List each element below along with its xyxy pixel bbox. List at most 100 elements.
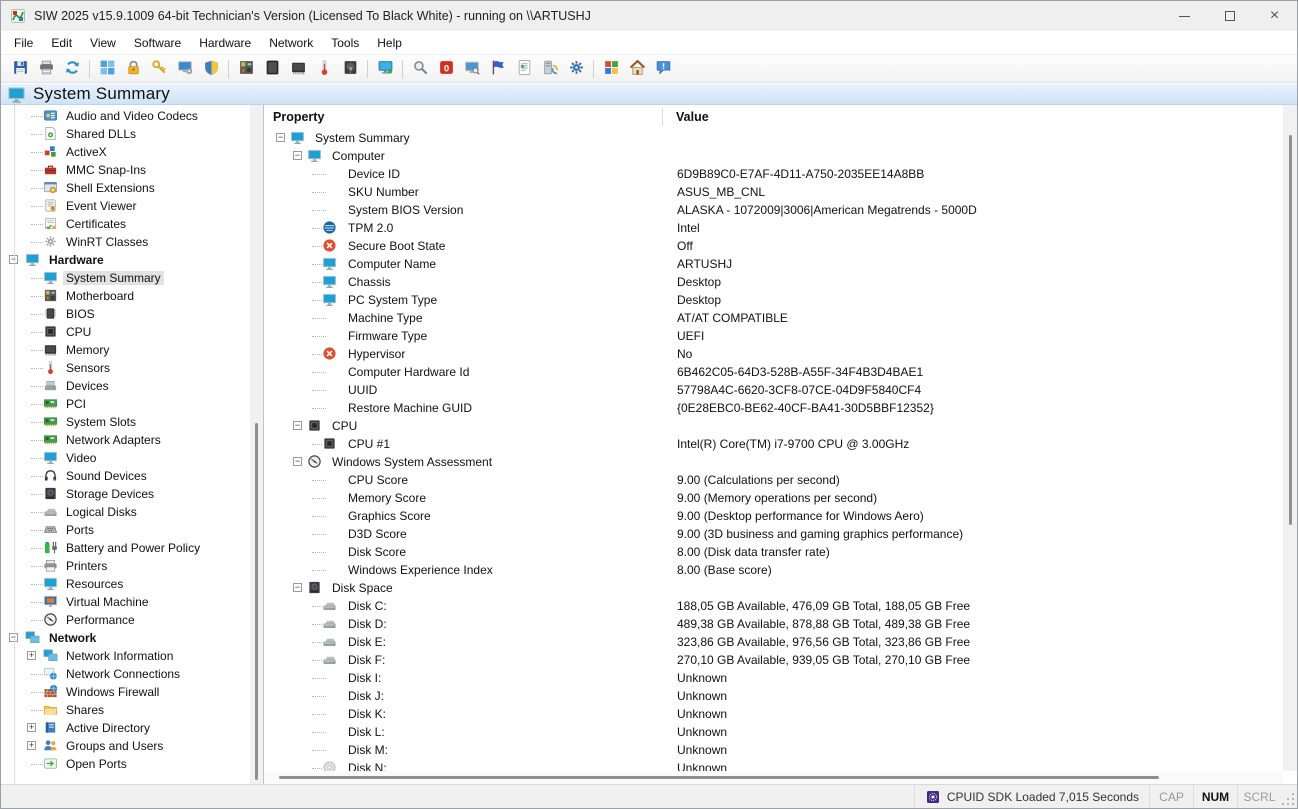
detail-row-chassis[interactable]: Chassis Desktop: [264, 273, 1283, 291]
detail-row-secure-boot-state[interactable]: Secure Boot State Off: [264, 237, 1283, 255]
sidebar-item-sound-devices[interactable]: Sound Devices: [1, 467, 250, 485]
detail-row-disk-i[interactable]: Disk I: Unknown: [264, 669, 1283, 687]
minimize-button[interactable]: [1162, 1, 1207, 31]
detail-row-hypervisor[interactable]: Hypervisor No: [264, 345, 1283, 363]
detail-row-disk-f[interactable]: Disk F: 270,10 GB Available, 939,05 GB To…: [264, 651, 1283, 669]
sidebar-item-pci[interactable]: PCI: [1, 395, 250, 413]
detail-row-machine-type[interactable]: Machine Type AT/AT COMPATIBLE: [264, 309, 1283, 327]
sidebar-item-shared-dlls[interactable]: Shared DLLs: [1, 125, 250, 143]
detail-row-disk-space[interactable]: − Disk Space: [264, 579, 1283, 597]
menu-view[interactable]: View: [81, 33, 125, 53]
sidebar-item-sensors[interactable]: Sensors: [1, 359, 250, 377]
collapse-box[interactable]: −: [276, 133, 285, 142]
menu-tools[interactable]: Tools: [322, 33, 368, 53]
detail-row-restore-machine-guid[interactable]: Restore Machine GUID {0E28EBC0-BE62-40CF-…: [264, 399, 1283, 417]
detail-row-disk-m[interactable]: Disk M: Unknown: [264, 741, 1283, 759]
sidebar-item-groups-and-users[interactable]: + Groups and Users: [1, 737, 250, 755]
motherboard-button[interactable]: [233, 57, 259, 81]
collapse-box[interactable]: −: [293, 421, 302, 430]
close-button[interactable]: ×: [1252, 1, 1297, 31]
sidebar-scrollbar[interactable]: [250, 105, 263, 784]
maximize-button[interactable]: [1207, 1, 1252, 31]
passwords-button[interactable]: [146, 57, 172, 81]
detail-row-cpu-score[interactable]: CPU Score 9.00 (Calculations per second): [264, 471, 1283, 489]
sidebar-item-network-connections[interactable]: Network Connections: [1, 665, 250, 683]
sidebar-item-memory[interactable]: Memory: [1, 341, 250, 359]
detail-row-computer-hardware-id[interactable]: Computer Hardware Id 6B462C05-64D3-528B-A…: [264, 363, 1283, 381]
updates-button[interactable]: [598, 57, 624, 81]
options-button[interactable]: [563, 57, 589, 81]
property-column-header[interactable]: Property: [273, 110, 324, 124]
detail-row-computer[interactable]: − Computer: [264, 147, 1283, 165]
sidebar-scrollbar-thumb[interactable]: [255, 423, 258, 780]
memory-button[interactable]: [285, 57, 311, 81]
menu-network[interactable]: Network: [260, 33, 322, 53]
print-button[interactable]: [33, 57, 59, 81]
detail-row-disk-score[interactable]: Disk Score 8.00 (Disk data transfer rate): [264, 543, 1283, 561]
menu-help[interactable]: Help: [368, 33, 411, 53]
detail-row-disk-k[interactable]: Disk K: Unknown: [264, 705, 1283, 723]
expand-box[interactable]: +: [27, 741, 36, 750]
sidebar-item-shell-extensions[interactable]: Shell Extensions: [1, 179, 250, 197]
eureka-button[interactable]: [407, 57, 433, 81]
sidebar-item-video[interactable]: Video: [1, 449, 250, 467]
detail-row-tpm-2-0[interactable]: TPM 2.0 Intel: [264, 219, 1283, 237]
licenses-button[interactable]: [120, 57, 146, 81]
refresh-button[interactable]: [59, 57, 85, 81]
detail-row-graphics-score[interactable]: Graphics Score 9.00 (Desktop performance …: [264, 507, 1283, 525]
detail-row-uuid[interactable]: UUID 57798A4C-6620-3CF8-07CE-04D9F5840CF4: [264, 381, 1283, 399]
column-divider[interactable]: [662, 108, 663, 126]
detail-row-windows-system-assessment[interactable]: − Windows System Assessment: [264, 453, 1283, 471]
sidebar-item-hardware[interactable]: − Hardware: [1, 251, 250, 269]
ping-button[interactable]: [485, 57, 511, 81]
sidebar-item-system-summary[interactable]: System Summary: [1, 269, 250, 287]
detail-row-disk-d[interactable]: Disk D: 489,38 GB Available, 878,88 GB To…: [264, 615, 1283, 633]
sidebar-item-mmc-snap-ins[interactable]: MMC Snap-Ins: [1, 161, 250, 179]
collapse-box[interactable]: −: [293, 457, 302, 466]
detail-row-disk-j[interactable]: Disk J: Unknown: [264, 687, 1283, 705]
save-button[interactable]: [7, 57, 33, 81]
detail-horizontal-scrollbar[interactable]: [264, 771, 1283, 784]
sync-button[interactable]: [537, 57, 563, 81]
detail-row-cpu[interactable]: − CPU: [264, 417, 1283, 435]
collapse-box[interactable]: −: [293, 583, 302, 592]
detail-row-sku-number[interactable]: SKU Number ASUS_MB_CNL: [264, 183, 1283, 201]
menu-hardware[interactable]: Hardware: [190, 33, 260, 53]
sidebar-item-network-adapters[interactable]: Network Adapters: [1, 431, 250, 449]
sidebar-item-motherboard[interactable]: Motherboard: [1, 287, 250, 305]
detail-row-cpu-1[interactable]: CPU #1 Intel(R) Core(TM) i7-9700 CPU @ 3.…: [264, 435, 1283, 453]
value-column-header[interactable]: Value: [676, 110, 709, 124]
expand-box[interactable]: +: [27, 723, 36, 732]
sidebar-item-network-information[interactable]: + Network Information: [1, 647, 250, 665]
detail-row-computer-name[interactable]: Computer Name ARTUSHJ: [264, 255, 1283, 273]
sidebar-item-winrt-classes[interactable]: WinRT Classes: [1, 233, 250, 251]
sidebar-item-certificates[interactable]: Certificates: [1, 215, 250, 233]
sidebar-item-bios[interactable]: BIOS: [1, 305, 250, 323]
detail-vscroll-thumb[interactable]: [1289, 135, 1292, 525]
sidebar-item-devices[interactable]: Devices: [1, 377, 250, 395]
sidebar-item-resources[interactable]: Resources: [1, 575, 250, 593]
sidebar-item-logical-disks[interactable]: Logical Disks: [1, 503, 250, 521]
sidebar-item-printers[interactable]: Printers: [1, 557, 250, 575]
detail-vertical-scrollbar[interactable]: [1283, 105, 1297, 771]
shutdown-button[interactable]: 0: [433, 57, 459, 81]
expand-box[interactable]: +: [27, 651, 36, 660]
menu-file[interactable]: File: [5, 33, 42, 53]
sidebar-item-audio-and-video-codecs[interactable]: Audio and Video Codecs: [1, 107, 250, 125]
detail-row-d3d-score[interactable]: D3D Score 9.00 (3D business and gaming gr…: [264, 525, 1283, 543]
storage-button[interactable]: ?: [337, 57, 363, 81]
sidebar-item-activex[interactable]: ActiveX: [1, 143, 250, 161]
menu-edit[interactable]: Edit: [42, 33, 81, 53]
menu-software[interactable]: Software: [125, 33, 190, 53]
remote-button[interactable]: [459, 57, 485, 81]
detail-row-disk-c[interactable]: Disk C: 188,05 GB Available, 476,09 GB To…: [264, 597, 1283, 615]
detail-hscroll-thumb[interactable]: [279, 776, 1159, 779]
detail-row-disk-l[interactable]: Disk L: Unknown: [264, 723, 1283, 741]
detail-row-system-summary[interactable]: − System Summary: [264, 129, 1283, 147]
sidebar-item-system-slots[interactable]: System Slots: [1, 413, 250, 431]
resize-grip[interactable]: [1281, 785, 1297, 808]
sensors-button[interactable]: [311, 57, 337, 81]
sidebar-item-windows-firewall[interactable]: Windows Firewall: [1, 683, 250, 701]
sidebar-item-active-directory[interactable]: + Active Directory: [1, 719, 250, 737]
sidebar-item-storage-devices[interactable]: Storage Devices: [1, 485, 250, 503]
